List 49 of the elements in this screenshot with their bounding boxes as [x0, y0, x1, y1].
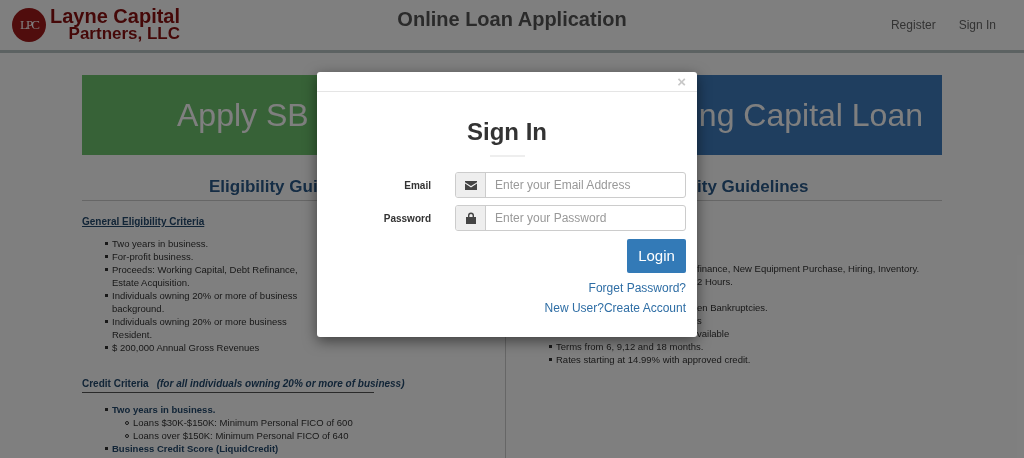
bullet-icon [105, 242, 108, 245]
criteria-item: Individuals owning 20% or more business Resident. [112, 315, 287, 341]
lock-icon [465, 212, 476, 224]
bullet-icon [549, 358, 552, 361]
bullet-icon [549, 345, 552, 348]
brand-name: Layne Capital [50, 8, 181, 25]
bullet-icon [105, 346, 108, 349]
criteria-item: Business Credit Score (LiquidCredit) [112, 442, 279, 455]
criteria-item: Rates starting at 14.99% with approved credit. [556, 353, 751, 366]
logo-emblem: LPC [12, 8, 46, 42]
criteria-item: Terms from 6, 9,12 and 18 months. [556, 340, 704, 353]
field-label: Password [382, 211, 432, 226]
input-group[interactable]: Enter your Password [455, 205, 686, 231]
criteria-item: $ 200,000 Annual Gross Revenues [112, 341, 260, 354]
section-title: General Eligibility Criteria [82, 216, 205, 227]
input-field[interactable]: Enter your Email Address [486, 173, 685, 197]
bullet-icon [105, 320, 108, 323]
criteria-item: s [697, 314, 702, 327]
nav-link[interactable]: Register [890, 16, 936, 34]
criteria-item: Two years in business. [112, 403, 216, 416]
nav-link[interactable]: Sign In [958, 16, 996, 34]
criteria-item: Proceeds: Working Capital, Debt Refinance, Estate Acquisition. [112, 263, 298, 289]
field-label: Email [403, 178, 432, 193]
dialog-link[interactable]: New User?Create Account [544, 301, 686, 316]
section-title: Credit Criteria [82, 377, 149, 391]
close-button[interactable]: × [677, 72, 686, 91]
input-group[interactable]: Enter your Email Address [455, 172, 686, 198]
bullet-icon [105, 408, 108, 411]
section-note: (for all individuals owning 20% or more of business) [156, 377, 405, 391]
criteria-item: 2 Hours. [697, 275, 733, 288]
criteria-sub-item: Loans $30K-$150K: Minimum Personal FICO of 600 [133, 416, 353, 429]
criteria-item: Two years in business. [112, 237, 209, 250]
bullet-icon [105, 268, 108, 271]
bullet-icon [105, 447, 108, 450]
dialog-link[interactable]: Forget Password? [588, 281, 686, 296]
criteria-item: vailable [697, 327, 730, 340]
bullet-icon [105, 255, 108, 258]
column-heading: Eligibility Gui [209, 175, 318, 198]
bullet-icon [105, 294, 108, 297]
criteria-item: Individuals owning 20% or more of business background. [112, 289, 298, 315]
envelope-icon [464, 180, 477, 190]
column-heading: ity Guidelines [697, 175, 809, 198]
criteria-item: For-profit business. [112, 250, 194, 263]
page-title: Online Loan Application [397, 8, 627, 30]
login-button[interactable]: Login [627, 239, 686, 273]
criteria-item: en Bankruptcies. [697, 301, 768, 314]
criteria-sub-item: Loans over $150K: Minimum Personal FICO of 640 [133, 429, 349, 442]
input-field[interactable]: Enter your Password [486, 206, 685, 230]
criteria-item: finance, New Equipment Purchase, Hiring, Inventory. [697, 262, 920, 275]
